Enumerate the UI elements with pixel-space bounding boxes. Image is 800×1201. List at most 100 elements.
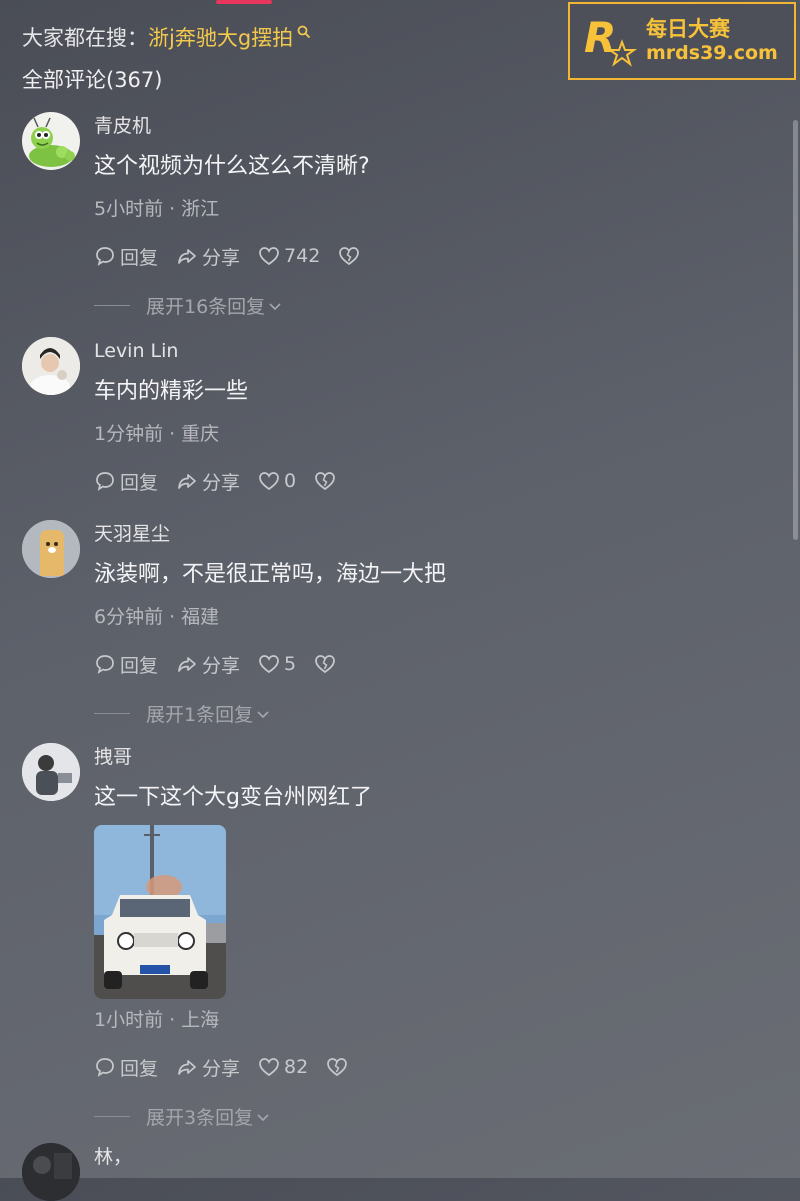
speech-bubble-icon — [96, 655, 114, 674]
comment-meta: 5小时前 · 浙江 — [94, 198, 220, 220]
comment-location: 浙江 — [181, 198, 220, 220]
expand-replies[interactable]: 展开3条回复 — [94, 1103, 760, 1130]
dislike-button[interactable] — [326, 1056, 352, 1078]
like-count: 82 — [284, 1056, 309, 1078]
share-label: 分享 — [202, 246, 241, 269]
comment-actions: 回复 分享 82 — [94, 1053, 760, 1081]
comment-actions: 回复 分享 0 — [94, 467, 760, 495]
expand-replies[interactable]: 展开1条回复 — [94, 700, 760, 727]
trending-search-term[interactable]: 浙j奔驰大g摆拍 — [148, 22, 293, 52]
broken-heart-icon — [339, 247, 360, 266]
comment-location: 重庆 — [181, 423, 220, 445]
dislike-button[interactable] — [314, 653, 340, 675]
comment-username[interactable]: 青皮机 — [94, 112, 760, 140]
trending-search[interactable]: 大家都在搜： 浙j奔驰大g摆拍 — [22, 22, 311, 52]
watermark: R 每日大赛 mrds39.com — [568, 2, 796, 80]
chevron-down-icon — [257, 1113, 269, 1121]
comment-text: 这个视频为什么这么不清晰? — [94, 154, 370, 179]
comment-meta: 1小时前 · 上海 — [94, 1009, 220, 1031]
share-label: 分享 — [202, 1057, 241, 1080]
broken-heart-icon — [327, 1058, 348, 1077]
expand-replies-label: 展开3条回复 — [146, 1107, 254, 1129]
comment-time: 5小时前 — [94, 198, 164, 220]
active-tab-indicator — [216, 0, 272, 4]
expand-replies-label: 展开1条回复 — [146, 704, 254, 726]
speech-bubble-icon — [96, 247, 114, 266]
broken-heart-icon — [315, 472, 335, 491]
comments-count-title: 全部评论(367) — [22, 68, 163, 92]
avatar[interactable] — [22, 743, 80, 801]
share-button[interactable]: 分享 — [176, 1054, 240, 1081]
share-arrow-icon — [178, 657, 196, 672]
watermark-title: 每日大赛 — [646, 17, 730, 41]
comment-time: 6分钟前 — [94, 606, 164, 628]
reply-button[interactable]: 回复 — [94, 468, 158, 495]
expand-replies-label: 展开16条回复 — [146, 296, 266, 318]
like-button[interactable]: 0 — [258, 470, 296, 492]
avatar[interactable] — [22, 1143, 80, 1201]
comment-meta: 6分钟前 · 福建 — [94, 606, 220, 628]
reply-button[interactable]: 回复 — [94, 651, 158, 678]
attached-photo[interactable] — [94, 825, 226, 999]
search-icon — [297, 25, 311, 39]
speech-bubble-icon — [96, 1058, 114, 1077]
expand-replies[interactable]: 展开16条回复 — [94, 292, 760, 319]
like-count: 5 — [284, 653, 297, 675]
share-label: 分享 — [202, 471, 241, 494]
heart-icon — [259, 472, 279, 491]
trending-search-label: 大家都在搜： — [22, 26, 148, 50]
comment-actions: 回复 分享 742 — [94, 242, 760, 270]
comment-actions: 回复 分享 5 — [94, 650, 760, 678]
reply-label: 回复 — [120, 471, 159, 494]
chevron-down-icon — [257, 710, 269, 718]
speech-bubble-icon — [96, 472, 114, 491]
heart-icon — [259, 655, 279, 674]
star-logo-icon: R — [584, 13, 638, 67]
comment-time: 1分钟前 — [94, 423, 164, 445]
share-button[interactable]: 分享 — [176, 468, 240, 495]
avatar[interactable] — [22, 337, 80, 395]
comment-username[interactable]: 拽哥 — [94, 743, 760, 771]
dislike-button[interactable] — [338, 245, 364, 267]
comment-username[interactable]: 林， — [94, 1143, 760, 1171]
divider-line — [94, 1116, 130, 1117]
reply-button[interactable]: 回复 — [94, 1054, 158, 1081]
comment-meta: 1分钟前 · 重庆 — [94, 423, 220, 445]
like-count: 742 — [284, 245, 321, 267]
comment-text: 泳装啊，不是很正常吗，海边一大把 — [94, 562, 447, 587]
heart-icon — [259, 247, 279, 266]
reply-label: 回复 — [120, 654, 159, 677]
watermark-logo-letter: R — [584, 13, 616, 62]
share-arrow-icon — [178, 1060, 196, 1075]
dislike-button[interactable] — [314, 470, 340, 492]
broken-heart-icon — [315, 655, 335, 674]
share-arrow-icon — [178, 474, 196, 489]
like-count: 0 — [284, 470, 297, 492]
like-button[interactable]: 82 — [258, 1056, 308, 1078]
comment-location: 福建 — [181, 606, 220, 628]
avatar[interactable] — [22, 112, 80, 170]
share-arrow-icon — [178, 249, 196, 264]
avatar[interactable] — [22, 520, 80, 578]
reply-button[interactable]: 回复 — [94, 243, 158, 270]
car-photo — [94, 825, 226, 999]
heart-icon — [259, 1058, 279, 1077]
comment-username[interactable]: Levin Lin — [94, 337, 760, 365]
comment-time: 1小时前 — [94, 1009, 164, 1031]
divider-line — [94, 713, 130, 714]
watermark-url: mrds39.com — [646, 42, 778, 64]
divider-line — [94, 305, 130, 306]
reply-label: 回复 — [120, 1057, 159, 1080]
share-label: 分享 — [202, 654, 241, 677]
share-button[interactable]: 分享 — [176, 651, 240, 678]
comment-location: 上海 — [181, 1009, 220, 1031]
chevron-down-icon — [269, 302, 281, 310]
reply-label: 回复 — [120, 246, 159, 269]
like-button[interactable]: 5 — [258, 653, 296, 675]
comment-text: 车内的精彩一些 — [94, 379, 249, 404]
comment-username[interactable]: 天羽星尘 — [94, 520, 760, 548]
comment-text: 这一下这个大g变台州网红了 — [94, 785, 372, 810]
like-button[interactable]: 742 — [258, 245, 320, 267]
share-button[interactable]: 分享 — [176, 243, 240, 270]
scrollbar[interactable] — [793, 120, 798, 540]
